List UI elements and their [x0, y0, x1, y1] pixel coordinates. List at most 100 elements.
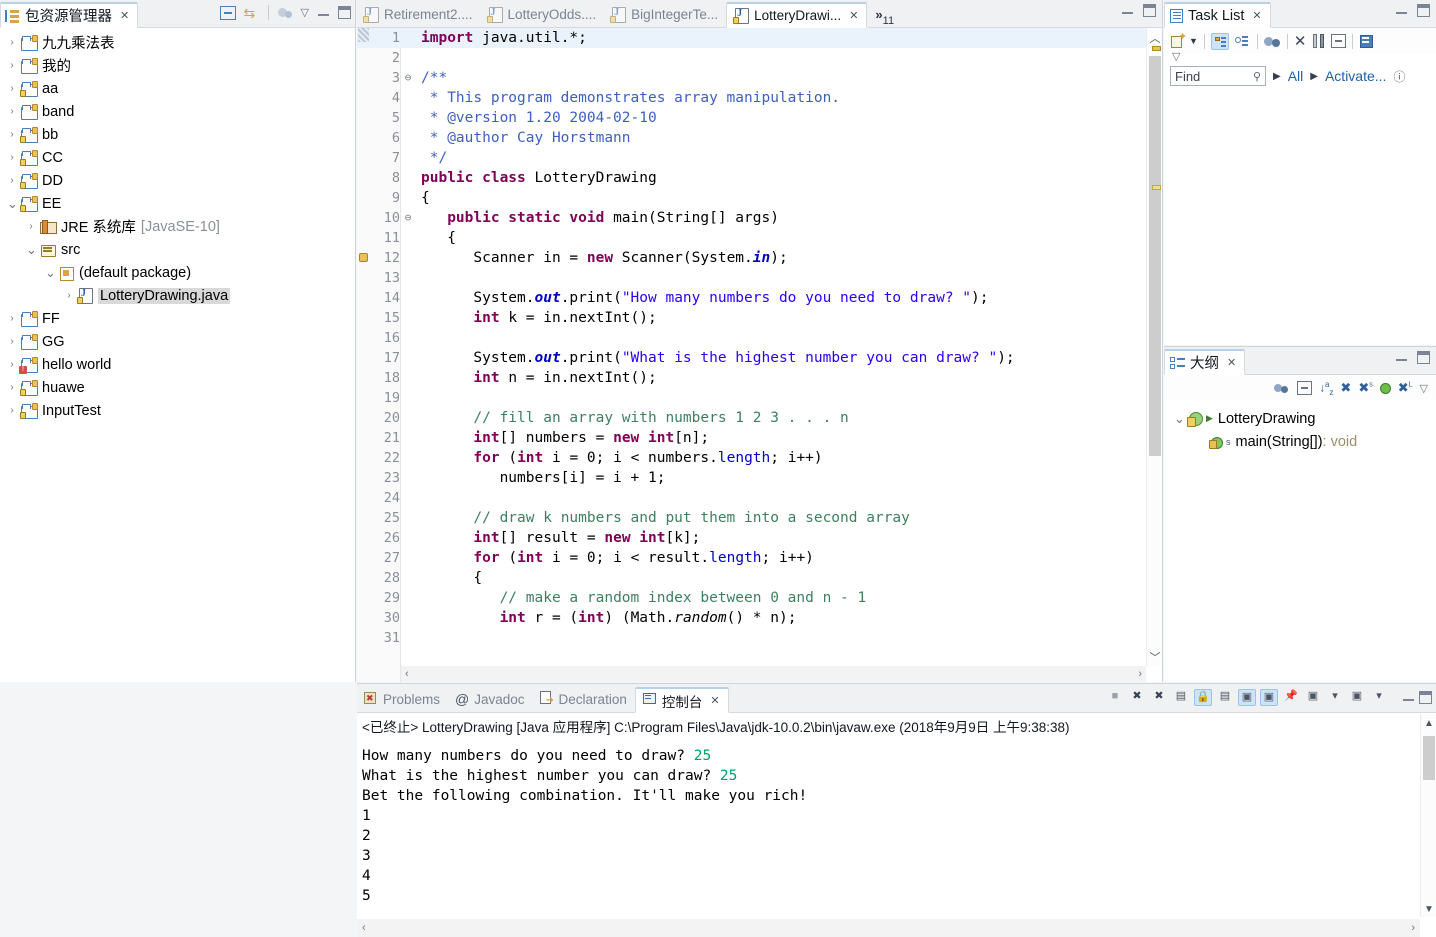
maximize-icon[interactable]: [1417, 351, 1430, 364]
editor-tab-0[interactable]: Retirement2....: [357, 1, 481, 27]
clear-console-icon[interactable]: ▤: [1172, 689, 1190, 706]
tree-item-huawe[interactable]: › huawe: [0, 376, 355, 399]
code-line[interactable]: 4 * This program demonstrates array mani…: [357, 88, 1146, 108]
tree-item--default-package-[interactable]: ⌄ (default package): [0, 261, 355, 284]
remove-all-terminated-icon[interactable]: ✖: [1150, 689, 1168, 706]
chevron-right-icon[interactable]: ›: [7, 37, 17, 48]
collapse-all-icon[interactable]: [1297, 381, 1313, 395]
editor-horizontal-scrollbar[interactable]: ‹ ›: [401, 666, 1146, 682]
code-line[interactable]: 14 System.out.print("How many numbers do…: [357, 288, 1146, 308]
hide-local-types-icon[interactable]: ✖L: [1398, 380, 1413, 396]
code-line[interactable]: 16: [357, 328, 1146, 348]
tree-item-cc[interactable]: › CC: [0, 146, 355, 169]
task-list-view-menu-arrow[interactable]: ▽: [1164, 50, 1436, 63]
console-scroll-down-arrow[interactable]: ▼: [1424, 904, 1434, 915]
scroll-up-arrow[interactable]: ︿: [1147, 30, 1162, 45]
word-wrap-icon[interactable]: ▤: [1216, 689, 1234, 706]
code-line[interactable]: 25 // draw k numbers and put them into a…: [357, 508, 1146, 528]
display-selected-console-icon[interactable]: ▣: [1304, 689, 1322, 706]
chevron-down-icon[interactable]: ⌄: [26, 242, 37, 258]
chevron-right-icon[interactable]: ›: [7, 83, 17, 94]
chevron-right-icon[interactable]: ›: [7, 106, 17, 117]
tab-outline[interactable]: 大纲 ✕: [1164, 349, 1246, 375]
tree-item-inputtest[interactable]: › InputTest: [0, 399, 355, 422]
source-code[interactable]: 1 import java.util.*; 2 3 ⊖/** 4 * This progr…: [357, 28, 1146, 666]
maximize-icon[interactable]: [1419, 691, 1432, 704]
minimize-icon[interactable]: [1121, 4, 1134, 17]
hscroll-right-arrow[interactable]: ›: [1138, 668, 1142, 680]
chevron-right-icon[interactable]: ›: [7, 359, 17, 370]
minimize-icon[interactable]: [1395, 351, 1408, 364]
categorized-presentation-icon[interactable]: [1210, 32, 1229, 50]
code-line[interactable]: 18 int n = in.nextInt();: [357, 368, 1146, 388]
close-icon[interactable]: ✕: [710, 694, 719, 707]
tree-item-band[interactable]: › band: [0, 100, 355, 123]
console-tab-console[interactable]: 控制台 ✕: [634, 687, 729, 713]
outline-item[interactable]: s main(String[]) : void: [1170, 430, 1430, 453]
scroll-lock-icon[interactable]: 🔒: [1194, 689, 1212, 706]
code-line[interactable]: 10 ⊖ public static void main(String[] arg…: [357, 208, 1146, 228]
code-line[interactable]: 17 System.out.print("What is the highest…: [357, 348, 1146, 368]
editor-vertical-scrollbar[interactable]: ︿ ﹀: [1146, 28, 1162, 666]
find-input[interactable]: Find ⚲: [1170, 66, 1266, 86]
focus-on-workweek-icon[interactable]: [1263, 34, 1281, 49]
open-console-dropdown-icon[interactable]: ▾: [1370, 689, 1388, 706]
tree-item--[interactable]: › 九九乘法表: [0, 31, 355, 54]
maximize-icon[interactable]: [338, 6, 351, 19]
chevron-right-icon[interactable]: ›: [26, 221, 36, 232]
chevron-right-icon[interactable]: ›: [7, 129, 17, 140]
link-with-editor-icon[interactable]: ⇆: [244, 6, 260, 20]
filter-activate-link[interactable]: Activate...: [1325, 68, 1386, 84]
view-menu-icon[interactable]: [1359, 34, 1375, 49]
remove-launch-icon[interactable]: ✖: [1128, 689, 1146, 706]
code-line[interactable]: 2: [357, 48, 1146, 68]
outline-tree[interactable]: ⌄ ▶ LotteryDrawing s main(String[]) : void: [1164, 401, 1436, 453]
code-line[interactable]: 7 */: [357, 148, 1146, 168]
terminate-icon[interactable]: ■: [1106, 689, 1124, 706]
chevron-right-icon[interactable]: ›: [7, 405, 17, 416]
tree-item-lotterydrawing-java[interactable]: › LotteryDrawing.java: [0, 284, 355, 307]
code-line[interactable]: 23 numbers[i] = i + 1;: [357, 468, 1146, 488]
tree-item-aa[interactable]: › aa: [0, 77, 355, 100]
tree-item--[interactable]: › 我的: [0, 54, 355, 77]
chevron-down-icon[interactable]: ⌄: [45, 265, 56, 281]
code-line[interactable]: 3 ⊖ /**: [357, 68, 1146, 88]
code-line[interactable]: 24: [357, 488, 1146, 508]
close-icon[interactable]: ✕: [849, 9, 858, 22]
chevron-right-icon[interactable]: ›: [64, 290, 74, 301]
code-line[interactable]: 13: [357, 268, 1146, 288]
tree-item-dd[interactable]: › DD: [0, 169, 355, 192]
synchronize-changed-icon[interactable]: ✕: [1294, 34, 1307, 49]
display-console-dropdown-icon[interactable]: ▾: [1326, 689, 1344, 706]
console-hscroll-right-arrow[interactable]: ›: [1411, 922, 1415, 934]
code-line[interactable]: 22 for (int i = 0; i < numbers.length; i…: [357, 448, 1146, 468]
minimize-icon[interactable]: [1395, 4, 1408, 17]
collapse-all-icon[interactable]: [219, 5, 236, 20]
sort-icon[interactable]: ↓az: [1319, 380, 1333, 397]
editor-scroll-thumb[interactable]: [1149, 56, 1161, 456]
minimize-icon[interactable]: [317, 6, 330, 19]
hscroll-left-arrow[interactable]: ‹: [405, 668, 409, 680]
new-task-icon[interactable]: ✦: [1170, 31, 1187, 49]
code-line[interactable]: 21 int[] numbers = new int[n];: [357, 428, 1146, 448]
editor-tab-overflow[interactable]: » 11: [875, 8, 894, 27]
tree-item-hello-world[interactable]: ›! hello world: [0, 353, 355, 376]
code-line[interactable]: 28 {: [357, 568, 1146, 588]
console-output[interactable]: How many numbers do you need to draw? 25…: [357, 746, 1420, 917]
console-tab-problems[interactable]: ✖ Problems: [357, 686, 448, 712]
console-vertical-scrollbar[interactable]: ▲ ▼: [1420, 714, 1436, 917]
code-line[interactable]: 26 int[] result = new int[k];: [357, 528, 1146, 548]
code-line[interactable]: 6 * @author Cay Horstmann: [357, 128, 1146, 148]
code-line[interactable]: 31: [357, 628, 1146, 648]
maximize-icon[interactable]: [1417, 4, 1430, 17]
console-hscroll-left-arrow[interactable]: ‹: [362, 922, 366, 934]
code-line[interactable]: 8 public class LotteryDrawing: [357, 168, 1146, 188]
console-scroll-thumb[interactable]: [1423, 736, 1435, 780]
maximize-icon[interactable]: [1143, 4, 1156, 17]
view-menu-icon[interactable]: ▽: [1420, 382, 1428, 395]
fold-collapse-icon[interactable]: ⊖: [401, 68, 415, 88]
code-line[interactable]: 5 * @version 1.20 2004-02-10: [357, 108, 1146, 128]
help-icon[interactable]: ⓘ: [1393, 68, 1405, 85]
tab-package-explorer[interactable]: 包资源管理器 ✕: [0, 2, 139, 28]
show-console-on-output-icon[interactable]: ▣: [1238, 689, 1256, 706]
